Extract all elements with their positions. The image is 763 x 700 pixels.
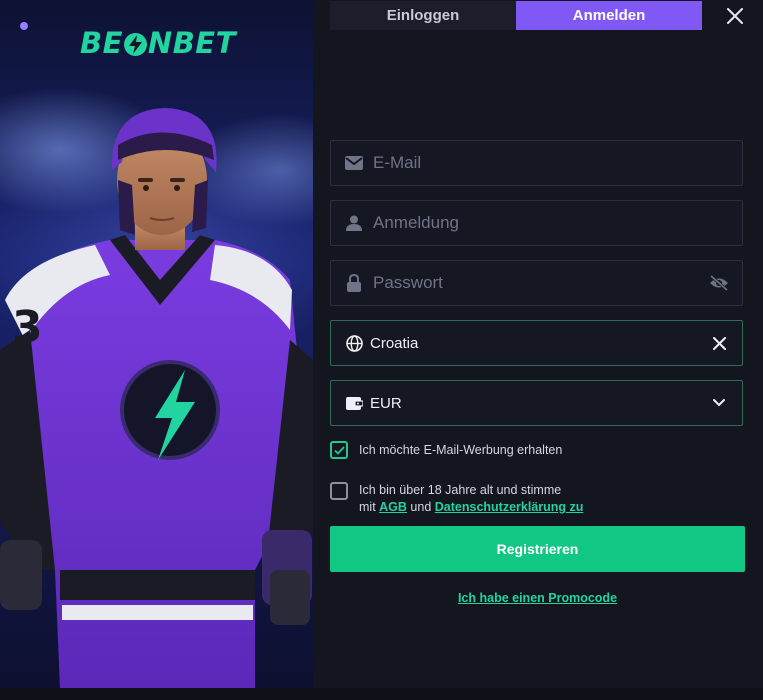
email-ads-consent: Ich möchte E-Mail-Werbung erhalten [330,441,562,459]
password-field [330,260,743,306]
password-input[interactable] [373,273,708,293]
email-field [330,140,743,186]
lightning-icon [123,32,147,56]
email-ads-checkbox[interactable] [330,441,348,459]
agb-link[interactable]: AGB [379,500,407,514]
email-ads-label: Ich möchte E-Mail-Werbung erhalten [359,443,563,457]
country-select[interactable]: Croatia [330,320,743,366]
terms-consent: Ich bin über 18 Jahre alt und stimme mit… [330,482,583,516]
currency-select[interactable]: EUR [330,380,743,426]
terms-line1: Ich bin über 18 Jahre alt und stimme [359,483,562,497]
logo-text-left: BE [80,26,123,60]
username-input[interactable] [373,213,742,233]
terms-checkbox[interactable] [330,482,348,500]
terms-label: Ich bin über 18 Jahre alt und stimme mit… [359,482,583,516]
tab-login[interactable]: Einloggen [330,1,516,30]
close-button[interactable] [722,4,748,28]
bottom-strip [0,688,763,700]
envelope-icon [343,153,365,173]
chevron-down-icon [708,393,730,413]
svg-text:3: 3 [12,302,43,353]
lock-icon [343,273,365,293]
close-icon [712,336,726,350]
promocode-link[interactable]: Ich habe einen Promocode [330,591,745,605]
hockey-player-illustration: 3 [0,108,313,688]
eye-off-icon[interactable] [708,273,730,293]
register-button[interactable]: Registrieren [330,526,745,572]
promo-banner: BE NBET 3 [0,0,313,688]
globe-icon [343,333,365,353]
logo-text-right: NBET [147,26,236,60]
currency-value: EUR [370,394,402,412]
country-value: Croatia [370,334,419,352]
clear-country-button[interactable] [708,333,730,353]
auth-tabs: Einloggen Anmelden [330,1,702,30]
email-input[interactable] [373,153,742,173]
username-field [330,200,743,246]
terms-and: und [410,500,432,514]
brand-logo: BE NBET [80,26,236,60]
tab-register[interactable]: Anmelden [516,1,702,30]
privacy-link[interactable]: Datenschutzerklärung zu [435,500,584,514]
wallet-icon [343,393,365,413]
user-icon [343,213,365,233]
check-icon [333,445,345,455]
terms-prefix: mit [359,500,376,514]
close-icon [727,8,743,24]
decorative-dot [20,22,28,30]
